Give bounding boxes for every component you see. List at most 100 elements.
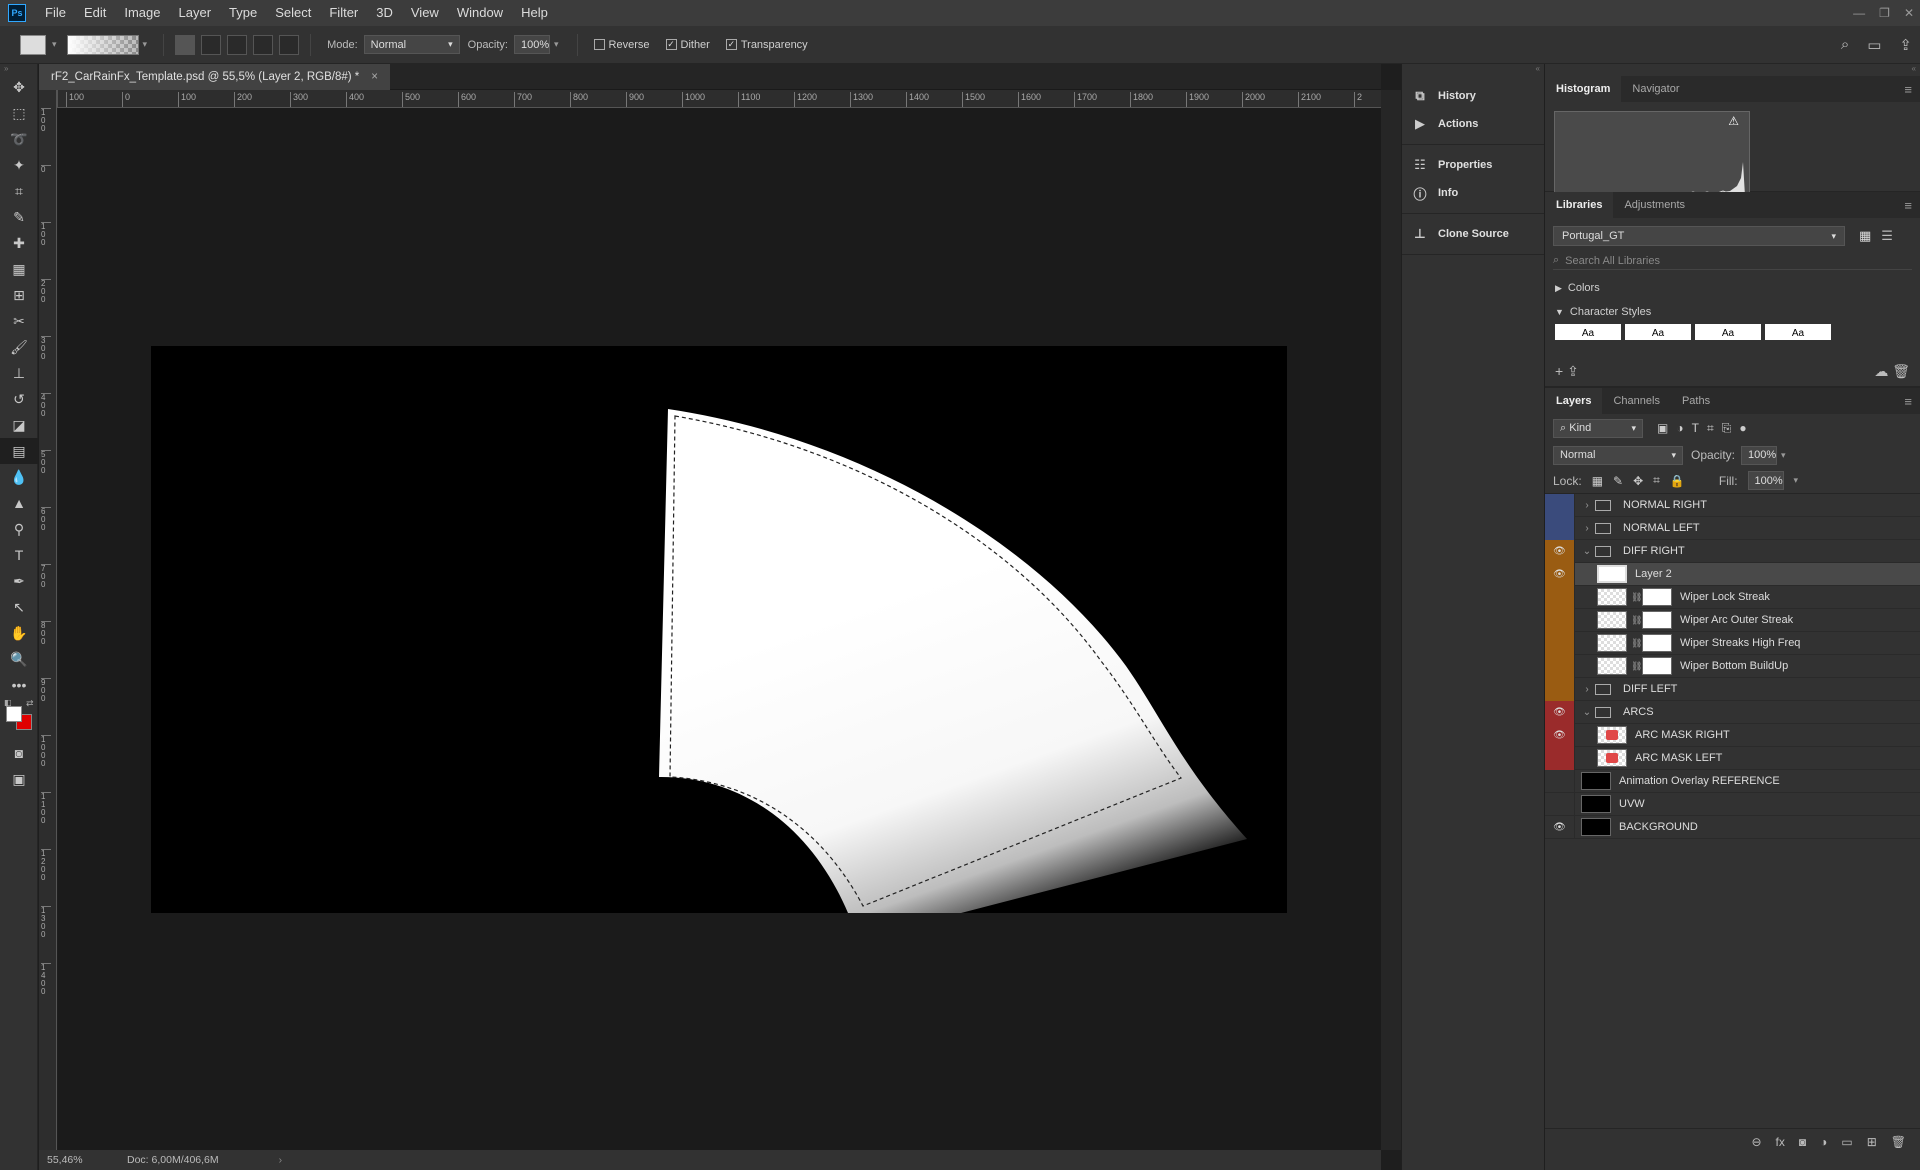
default-colors-icon[interactable]: ◧ [4,698,12,707]
layer-style-icon[interactable]: fx [1776,1135,1785,1149]
dock-collapse-icon[interactable]: « [1402,64,1544,76]
mask-link-icon[interactable]: ⛓ [1631,615,1642,626]
dock-item-properties[interactable]: ☷ Properties [1402,151,1544,179]
visibility-eye-icon[interactable] [1545,769,1575,793]
document-tab[interactable]: rF2_CarRainFx_Template.psd @ 55,5% (Laye… [39,64,390,90]
layer-row[interactable]: 👁 Layer 2 [1545,562,1920,586]
menu-help[interactable]: Help [512,0,557,26]
visibility-eye-icon[interactable] [1545,746,1575,770]
horizontal-ruler[interactable]: 100 0 100 200 300 400 500 600 700 800 900 1000 1100 1… [58,90,1381,108]
grid-view-icon[interactable]: ▦ [1859,228,1871,244]
layer-row[interactable]: Animation Overlay REFERENCE [1545,769,1920,793]
minimize-icon[interactable]: — [1853,6,1865,20]
lock-image-icon[interactable]: ✎ [1613,474,1623,488]
layer-mask-thumbnail[interactable] [1642,611,1672,629]
lock-artboard-icon[interactable]: ⌗ [1653,473,1660,488]
toolbar-collapse-icon[interactable]: » [0,64,37,74]
layer-row[interactable]: › NORMAL LEFT [1545,516,1920,540]
content-aware-move-tool-icon[interactable]: ✂ [0,308,38,334]
layer-opacity-input[interactable]: 100% [1741,445,1778,465]
tab-adjustments[interactable]: Adjustments [1613,192,1696,218]
dither-checkbox[interactable]: ✓ Dither [665,39,710,51]
dock-item-info[interactable]: ⓘ Info [1402,179,1544,207]
menu-select[interactable]: Select [266,0,320,26]
menu-filter[interactable]: Filter [320,0,367,26]
patch-tool-icon[interactable]: ▦ [0,256,38,282]
marquee-tool-icon[interactable]: ⬚ [0,100,38,126]
visibility-eye-icon[interactable]: 👁 [1545,562,1575,586]
vertical-scrollbar[interactable] [1381,90,1401,1150]
close-tab-icon[interactable]: × [371,64,378,90]
panel-menu-icon[interactable]: ≡ [1904,394,1912,409]
tab-layers[interactable]: Layers [1545,388,1603,414]
section-character-styles[interactable]: ▼ Character Styles [1545,300,1920,324]
healing-brush-tool-icon[interactable]: ✚ [0,230,38,256]
filter-adjustment-icon[interactable]: ◑ [1676,421,1683,435]
layer-row[interactable]: ⛓ Wiper Bottom BuildUp [1545,654,1920,678]
warning-icon[interactable]: ⚠ [1728,114,1739,128]
eraser-tool-icon[interactable]: ◪ [0,412,38,438]
gradient-tool-icon[interactable]: ▤ [0,438,38,464]
layer-row[interactable]: 👁 ARC MASK RIGHT [1545,723,1920,747]
chevron-down-icon[interactable]: ⌄ [1581,707,1593,718]
menu-image[interactable]: Image [115,0,169,26]
layer-row[interactable]: ⛓ Wiper Lock Streak [1545,585,1920,609]
angle-gradient-button[interactable] [227,34,248,55]
lock-transparent-icon[interactable]: ▦ [1592,474,1603,488]
blur-tool-icon[interactable]: 💧 [0,464,38,490]
chevron-right-icon[interactable]: › [1581,500,1593,511]
tab-libraries[interactable]: Libraries [1545,192,1614,218]
visibility-eye-icon[interactable] [1545,654,1575,678]
close-window-icon[interactable]: ✕ [1904,6,1914,20]
more-tools-icon[interactable]: ••• [0,672,38,698]
opacity-input[interactable]: 100% [514,35,550,54]
diamond-gradient-button[interactable] [279,34,300,55]
layer-row[interactable]: ARC MASK LEFT [1545,746,1920,770]
gradient-editor-swatch[interactable] [66,34,139,55]
linear-gradient-button[interactable] [175,34,196,55]
chevron-down-icon[interactable]: ▾ [1781,450,1786,461]
mode-dropdown[interactable]: Normal ▾ [363,35,460,54]
visibility-eye-icon[interactable]: 👁 [1545,723,1575,747]
add-mask-icon[interactable]: ◙ [1799,1135,1806,1149]
layer-mask-thumbnail[interactable] [1642,588,1672,606]
restore-icon[interactable]: ❐ [1879,6,1890,20]
character-style-thumb[interactable]: Aa [1625,324,1691,340]
layer-row[interactable]: ⛓ Wiper Streaks High Freq [1545,631,1920,655]
vertical-ruler[interactable]: 1 0 0 0 1 0 0 2 0 0 3 0 0 4 0 0 5 0 0 6 0 0 7 0 … [39,90,57,1150]
tool-preset-picker[interactable] [20,34,46,55]
layer-row[interactable]: ⛓ Wiper Arc Outer Streak [1545,608,1920,632]
transparency-checkbox[interactable]: ✓ Transparency [725,39,808,51]
visibility-eye-icon[interactable] [1545,516,1575,540]
brush-tool-icon[interactable]: 🖌 [0,334,38,360]
dock-item-clone-source[interactable]: ⊥ Clone Source [1402,220,1544,248]
filter-kind-dropdown[interactable]: ⌕ Kind ▾ [1553,418,1643,438]
menu-layer[interactable]: Layer [170,0,221,26]
add-content-icon[interactable]: + ⇪ [1555,363,1579,380]
zoom-level[interactable]: 55,46% [47,1154,127,1166]
character-style-thumb[interactable]: Aa [1695,324,1761,340]
layer-row[interactable]: 👁 BACKGROUND [1545,815,1920,839]
character-style-thumb[interactable]: Aa [1555,324,1621,340]
library-dropdown[interactable]: Portugal_GT ▾ [1553,226,1845,246]
layer-row[interactable]: UVW [1545,792,1920,816]
mask-link-icon[interactable]: ⛓ [1631,661,1642,672]
menu-edit[interactable]: Edit [75,0,115,26]
visibility-eye-icon[interactable]: 👁 [1545,539,1575,563]
new-group-icon[interactable]: ▭ [1841,1135,1852,1149]
search-icon[interactable]: ⌕ [1841,36,1849,54]
character-style-thumb[interactable]: Aa [1765,324,1831,340]
crop-tool-icon[interactable]: ⌗ [0,178,38,204]
filter-shape-icon[interactable]: ⌗ [1707,421,1714,436]
delete-layer-icon[interactable]: 🗑 [1891,1135,1906,1149]
dodge-tool-icon[interactable]: ⚲ [0,516,38,542]
menu-3d[interactable]: 3D [367,0,402,26]
quick-mask-icon[interactable]: ◙ [0,740,38,766]
magic-wand-tool-icon[interactable]: ✦ [0,152,38,178]
filter-smart-object-icon[interactable]: ⎘ [1722,421,1732,436]
layer-mask-thumbnail[interactable] [1642,657,1672,675]
history-brush-tool-icon[interactable]: ↺ [0,386,38,412]
type-tool-icon[interactable]: T [0,542,38,568]
reflected-gradient-button[interactable] [253,34,274,55]
visibility-eye-icon[interactable]: 👁 [1545,700,1575,724]
